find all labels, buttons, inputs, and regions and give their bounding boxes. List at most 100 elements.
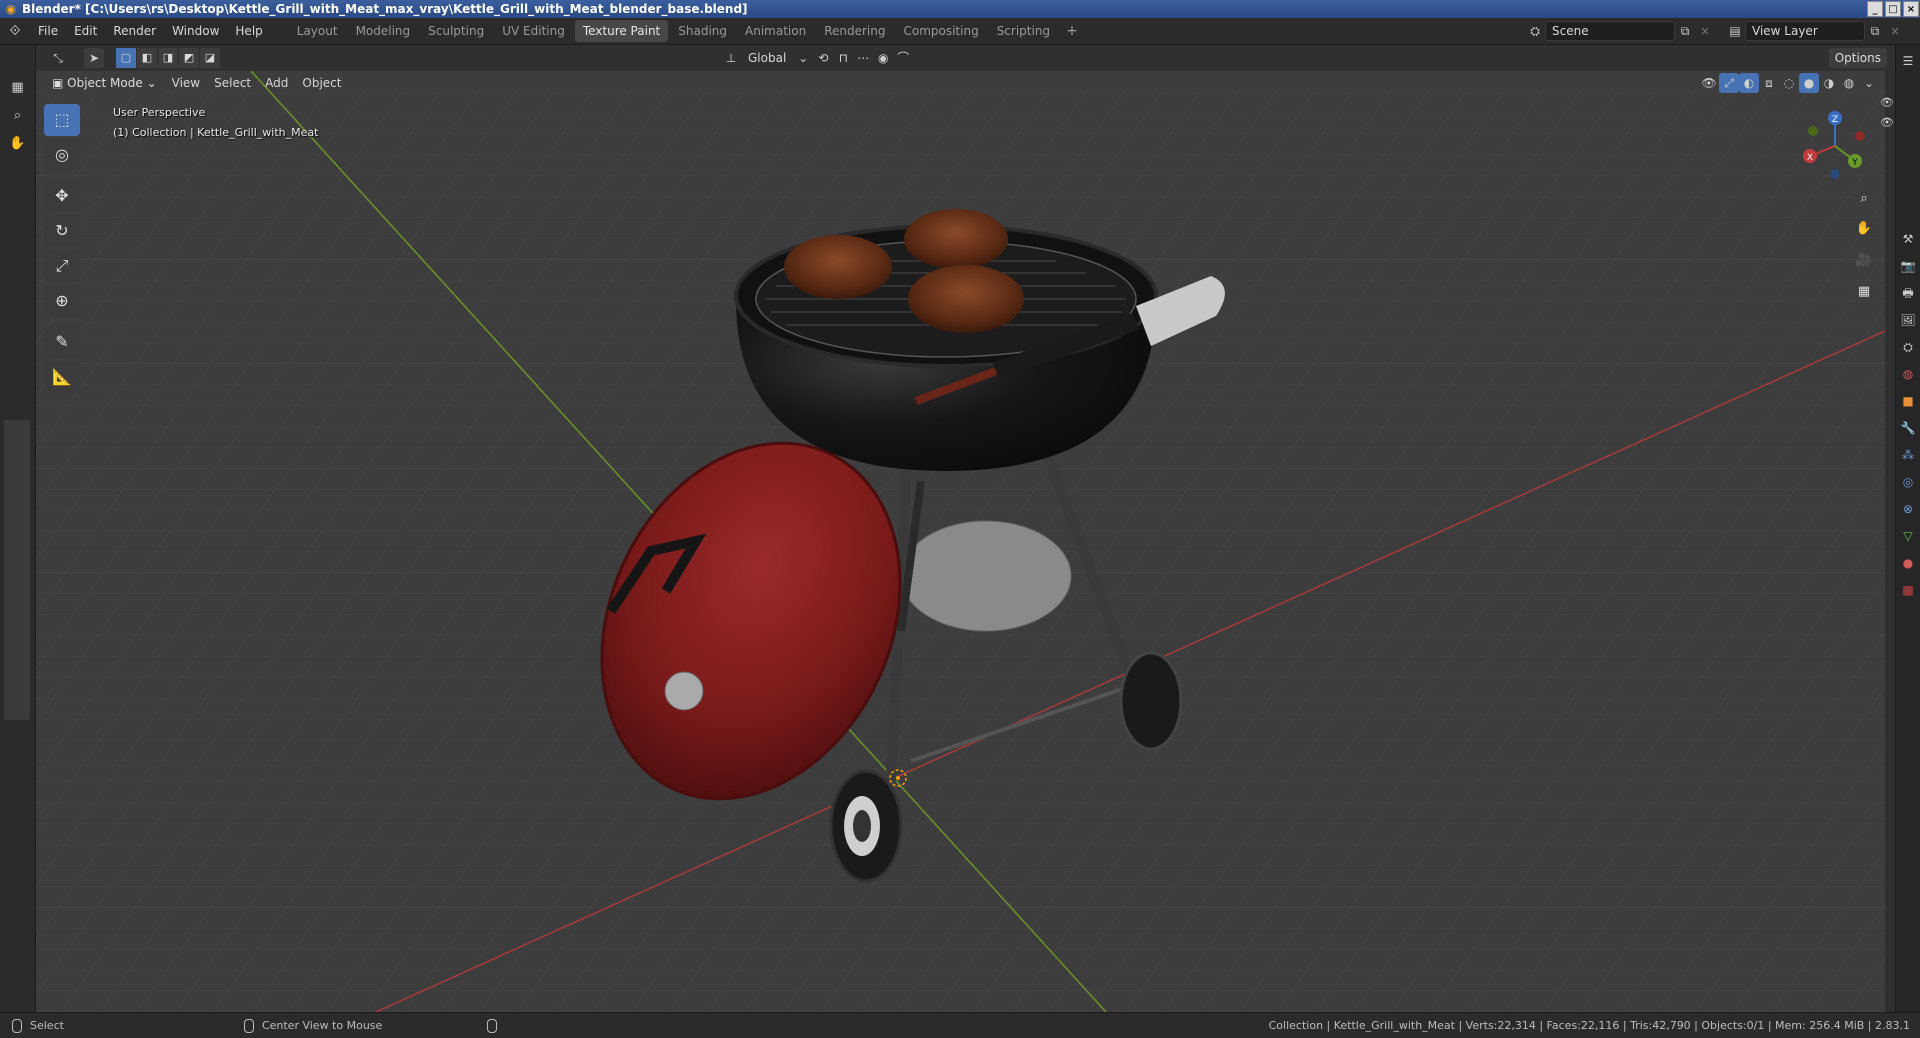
tab-texture-paint[interactable]: Texture Paint — [574, 20, 669, 42]
zoom-icon[interactable]: ⌕ — [1852, 187, 1876, 211]
select-tool-icon[interactable]: ➤ — [84, 48, 104, 68]
zoom-icon[interactable]: ⌕ — [4, 105, 32, 127]
options-dropdown[interactable]: Options — [1828, 48, 1887, 68]
material-shading-icon[interactable]: ◑ — [1819, 73, 1839, 93]
cursor-tool[interactable]: ◎ — [44, 139, 80, 171]
z-axis-label: Z — [1832, 115, 1838, 125]
menu-window[interactable]: Window — [164, 20, 227, 42]
move-tool[interactable]: ✥ — [44, 180, 80, 212]
transform-orientation-dropdown[interactable]: Global — [741, 48, 793, 68]
ortho-toggle-icon[interactable]: ▦ — [1852, 280, 1876, 304]
chevron-down-icon[interactable]: ⌄ — [793, 48, 813, 68]
material-properties-icon[interactable]: ● — [1897, 552, 1919, 574]
navigation-gizmo[interactable]: Z X Y — [1795, 106, 1875, 186]
close-icon[interactable]: × — [1903, 1, 1919, 17]
scene-selector: ⛭ Scene ⧉ × ▤ View Layer ⧉ × — [1525, 21, 1905, 41]
object-mode-dropdown[interactable]: ▣ Object Mode ⌄ — [46, 73, 163, 93]
gizmo-toggle-icon[interactable]: ⤢ — [1719, 73, 1739, 93]
select-invert-icon[interactable]: ◩ — [179, 48, 199, 68]
menu-edit[interactable]: Edit — [66, 20, 105, 42]
rotate-tool[interactable]: ↻ — [44, 215, 80, 247]
maximize-icon[interactable]: □ — [1885, 1, 1901, 17]
tab-layout[interactable]: Layout — [289, 20, 346, 42]
select-intersect-icon[interactable]: ◪ — [200, 48, 220, 68]
properties-editor-icon[interactable]: ☰ — [1897, 50, 1919, 72]
visibility-icon[interactable]: 👁 — [1699, 73, 1719, 93]
solid-shading-icon[interactable]: ● — [1799, 73, 1819, 93]
object-mode-label: Object Mode — [67, 76, 143, 90]
menu-select[interactable]: Select — [207, 73, 258, 93]
strip-scrollbar[interactable] — [4, 420, 30, 720]
editor-type-icon[interactable]: ▦ — [4, 77, 32, 99]
tab-modeling[interactable]: Modeling — [348, 20, 419, 42]
pan-hand-icon[interactable]: ✋ — [1852, 217, 1876, 241]
select-subtract-icon[interactable]: ◨ — [158, 48, 178, 68]
outliner-collapsed[interactable]: 👁 👁 — [1880, 71, 1895, 1012]
falloff-icon[interactable]: ⌒ — [893, 48, 913, 68]
minimize-icon[interactable]: _ — [1867, 1, 1883, 17]
transform-tool[interactable]: ⊕ — [44, 285, 80, 317]
tab-scripting[interactable]: Scripting — [989, 20, 1058, 42]
blender-menu-icon[interactable]: ⟐ — [0, 23, 30, 39]
new-view-layer-icon[interactable]: ⧉ — [1865, 21, 1885, 41]
hand-icon[interactable]: ✋ — [4, 133, 32, 155]
pivot-point-icon[interactable]: ⟲ — [813, 48, 833, 68]
view-layer-icon[interactable]: ▤ — [1725, 21, 1745, 41]
tab-rendering[interactable]: Rendering — [816, 20, 893, 42]
world-properties-icon[interactable]: ◍ — [1897, 363, 1919, 385]
mouse-middle-icon — [243, 1018, 254, 1033]
modifier-properties-icon[interactable]: 🔧 — [1897, 417, 1919, 439]
window-titlebar: ◉ Blender* [C:\Users\rs\Desktop\Kettle_G… — [0, 0, 1920, 18]
physics-properties-icon[interactable]: ◎ — [1897, 471, 1919, 493]
texture-properties-icon[interactable]: ▩ — [1897, 579, 1919, 601]
tab-uv-editing[interactable]: UV Editing — [494, 20, 573, 42]
tab-sculpting[interactable]: Sculpting — [420, 20, 492, 42]
tool-icon[interactable]: ⤡ — [48, 48, 68, 68]
measure-tool[interactable]: 📐 — [44, 361, 80, 393]
select-new-icon[interactable]: ▢ — [116, 48, 136, 68]
menu-object[interactable]: Object — [295, 73, 348, 93]
scene-properties-icon[interactable]: ⛭ — [1897, 336, 1919, 358]
tab-shading[interactable]: Shading — [670, 20, 735, 42]
view-layer-field[interactable]: View Layer — [1745, 21, 1865, 41]
status-select: Select — [30, 1019, 64, 1032]
overlay-toggle-icon[interactable]: ◐ — [1739, 73, 1759, 93]
mouse-left-icon — [12, 1018, 22, 1033]
x-axis-label: X — [1807, 153, 1813, 163]
xray-icon[interactable]: ⧈ — [1759, 73, 1779, 93]
scene-name-field[interactable]: Scene — [1545, 21, 1675, 41]
snap-icon[interactable]: ⊓ — [833, 48, 853, 68]
rendered-shading-icon[interactable]: ◍ — [1839, 73, 1859, 93]
3d-viewport[interactable] — [36, 71, 1885, 1012]
object-properties-icon[interactable]: ■ — [1897, 390, 1919, 412]
delete-scene-icon[interactable]: × — [1695, 21, 1715, 41]
tab-animation[interactable]: Animation — [737, 20, 814, 42]
menu-help[interactable]: Help — [227, 20, 270, 42]
add-workspace-button[interactable]: + — [1060, 23, 1084, 39]
render-properties-icon[interactable]: 📷 — [1897, 255, 1919, 277]
tool-properties-icon[interactable]: ⚒ — [1897, 228, 1919, 250]
scene-icon[interactable]: ⛭ — [1525, 21, 1545, 41]
select-extend-icon[interactable]: ◧ — [137, 48, 157, 68]
wheel-back — [1119, 651, 1183, 751]
snap-element-icon[interactable]: ⋯ — [853, 48, 873, 68]
wireframe-shading-icon[interactable]: ◌ — [1779, 73, 1799, 93]
output-properties-icon[interactable]: 🖶 — [1897, 282, 1919, 304]
scale-tool[interactable]: ⤢ — [44, 250, 80, 282]
data-properties-icon[interactable]: ▽ — [1897, 525, 1919, 547]
particles-properties-icon[interactable]: ⁂ — [1897, 444, 1919, 466]
annotate-tool[interactable]: ✎ — [44, 326, 80, 358]
proportional-edit-icon[interactable]: ◉ — [873, 48, 893, 68]
constraints-properties-icon[interactable]: ⊗ — [1897, 498, 1919, 520]
select-box-tool[interactable]: ⬚ — [44, 104, 80, 136]
delete-view-layer-icon[interactable]: × — [1885, 21, 1905, 41]
menu-view[interactable]: View — [165, 73, 207, 93]
menu-file[interactable]: File — [30, 20, 66, 42]
menu-add[interactable]: Add — [258, 73, 295, 93]
menu-render[interactable]: Render — [105, 20, 164, 42]
shading-options-icon[interactable]: ⌄ — [1859, 73, 1879, 93]
view-layer-properties-icon[interactable]: 🖼 — [1897, 309, 1919, 331]
new-scene-icon[interactable]: ⧉ — [1675, 21, 1695, 41]
camera-view-icon[interactable]: 🎥 — [1852, 249, 1876, 273]
tab-compositing[interactable]: Compositing — [895, 20, 986, 42]
